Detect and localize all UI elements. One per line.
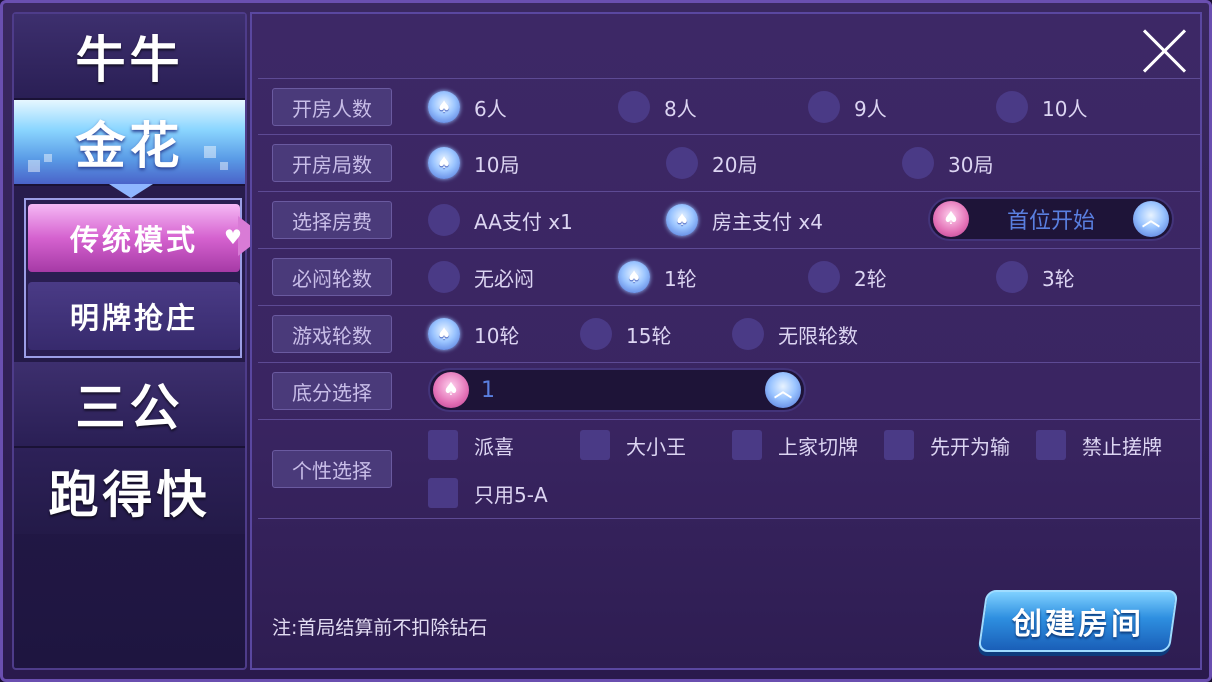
pixel-decoration — [44, 154, 52, 162]
radio-icon — [428, 204, 460, 236]
heart-icon: ♥ — [224, 225, 242, 249]
base-score-row: 底分选择 1 ︿ — [258, 363, 1202, 420]
game-tab-jinhua[interactable]: 金花 — [14, 100, 245, 186]
blind-row: 必闷轮数 无必闷 1轮 2轮 3轮 — [258, 249, 1202, 306]
spade-icon — [933, 201, 969, 237]
settings-panel: 开房人数 6人 8人 9人 10人 开房局数 10局 20局 30局 选择房费 … — [250, 12, 1202, 670]
fee-option-aa[interactable]: AA支付 x1 — [428, 204, 573, 236]
mode-selector: 传统模式 明牌抢庄 — [24, 198, 242, 358]
checkbox-icon — [580, 430, 610, 460]
radio-icon — [732, 318, 764, 350]
blind-option-1[interactable]: 1轮 — [618, 261, 697, 293]
game-rounds-option-15[interactable]: 15轮 — [580, 318, 671, 350]
radio-selected-icon — [428, 147, 460, 179]
checkbox-icon — [884, 430, 914, 460]
checkbox-icon — [428, 430, 458, 460]
blind-option-none[interactable]: 无必闷 — [428, 261, 534, 293]
game-tab-paodekuai[interactable]: 跑得快 — [14, 448, 245, 534]
game-tab-jinhua-label: 金花 — [75, 117, 184, 175]
radio-icon — [580, 318, 612, 350]
custom-option-jokers[interactable]: 大小王 — [580, 430, 686, 460]
checkbox-icon — [1036, 430, 1066, 460]
radio-selected-icon — [618, 261, 650, 293]
game-rounds-option-unlimited[interactable]: 无限轮数 — [732, 318, 858, 350]
radio-icon — [666, 147, 698, 179]
base-score-label: 底分选择 — [272, 372, 392, 410]
spade-icon — [433, 372, 469, 408]
start-position-dropdown[interactable]: 首位开始 ︿ — [928, 197, 1174, 241]
rounds-option-10[interactable]: 10局 — [428, 147, 519, 179]
game-rounds-option-10[interactable]: 10轮 — [428, 318, 519, 350]
chevron-up-icon[interactable]: ︿ — [1133, 201, 1169, 237]
chevron-up-icon[interactable]: ︿ — [765, 372, 801, 408]
fee-label: 选择房费 — [272, 201, 392, 239]
radio-icon — [428, 261, 460, 293]
start-position-value: 首位开始 — [1006, 209, 1095, 234]
create-room-label: 创建房间 — [1012, 607, 1144, 642]
diamond-note: 注:首局结算前不扣除钻石 — [272, 617, 488, 639]
game-tab-niuniu[interactable]: 牛牛 — [14, 14, 245, 100]
players-option-6[interactable]: 6人 — [428, 91, 507, 123]
game-tab-sangong[interactable]: 三公 — [14, 362, 245, 448]
radio-selected-icon — [428, 91, 460, 123]
fee-option-owner[interactable]: 房主支付 x4 — [666, 204, 823, 236]
checkbox-icon — [428, 478, 458, 508]
base-score-dropdown[interactable]: 1 ︿ — [428, 368, 806, 412]
custom-option-first-open-loses[interactable]: 先开为输 — [884, 430, 1010, 460]
base-score-value: 1 — [481, 377, 495, 403]
game-rounds-row: 游戏轮数 10轮 15轮 无限轮数 — [258, 306, 1202, 363]
players-option-10[interactable]: 10人 — [996, 91, 1087, 123]
blind-label: 必闷轮数 — [272, 258, 392, 296]
create-room-button[interactable]: 创建房间 — [977, 590, 1179, 652]
game-sidebar: 牛牛 金花 传统模式 明牌抢庄 ♥ 三公 跑得快 — [12, 12, 264, 670]
players-option-8[interactable]: 8人 — [618, 91, 697, 123]
radio-icon — [996, 91, 1028, 123]
rounds-option-20[interactable]: 20局 — [666, 147, 757, 179]
players-label: 开房人数 — [272, 88, 392, 126]
pixel-decoration — [220, 162, 228, 170]
custom-option-5-to-a[interactable]: 只用5-A — [428, 478, 548, 508]
fee-row: 选择房费 AA支付 x1 房主支付 x4 首位开始 ︿ — [258, 192, 1202, 249]
custom-option-no-squeeze[interactable]: 禁止搓牌 — [1036, 430, 1162, 460]
active-tab-pointer — [109, 184, 153, 198]
pixel-decoration — [204, 146, 216, 158]
mode-mingpai-button[interactable]: 明牌抢庄 — [28, 282, 240, 350]
rounds-row: 开房局数 10局 20局 30局 — [258, 135, 1202, 192]
radio-icon — [996, 261, 1028, 293]
rounds-label: 开房局数 — [272, 144, 392, 182]
game-rounds-label: 游戏轮数 — [272, 315, 392, 353]
players-row: 开房人数 6人 8人 9人 10人 — [258, 78, 1202, 135]
radio-icon — [808, 261, 840, 293]
radio-icon — [808, 91, 840, 123]
checkbox-icon — [732, 430, 762, 460]
mode-traditional-button[interactable]: 传统模式 — [28, 204, 240, 272]
players-option-9[interactable]: 9人 — [808, 91, 887, 123]
custom-option-cut[interactable]: 上家切牌 — [732, 430, 858, 460]
radio-selected-icon — [666, 204, 698, 236]
close-button[interactable] — [1140, 26, 1188, 74]
blind-option-2[interactable]: 2轮 — [808, 261, 887, 293]
custom-label: 个性选择 — [272, 450, 392, 488]
custom-option-paixi[interactable]: 派喜 — [428, 430, 514, 460]
radio-icon — [902, 147, 934, 179]
pixel-decoration — [28, 160, 40, 172]
blind-option-3[interactable]: 3轮 — [996, 261, 1075, 293]
radio-icon — [618, 91, 650, 123]
rounds-option-30[interactable]: 30局 — [902, 147, 993, 179]
radio-selected-icon — [428, 318, 460, 350]
custom-row: 个性选择 派喜 大小王 上家切牌 先开为输 禁止搓牌 只用5-A — [258, 420, 1202, 519]
